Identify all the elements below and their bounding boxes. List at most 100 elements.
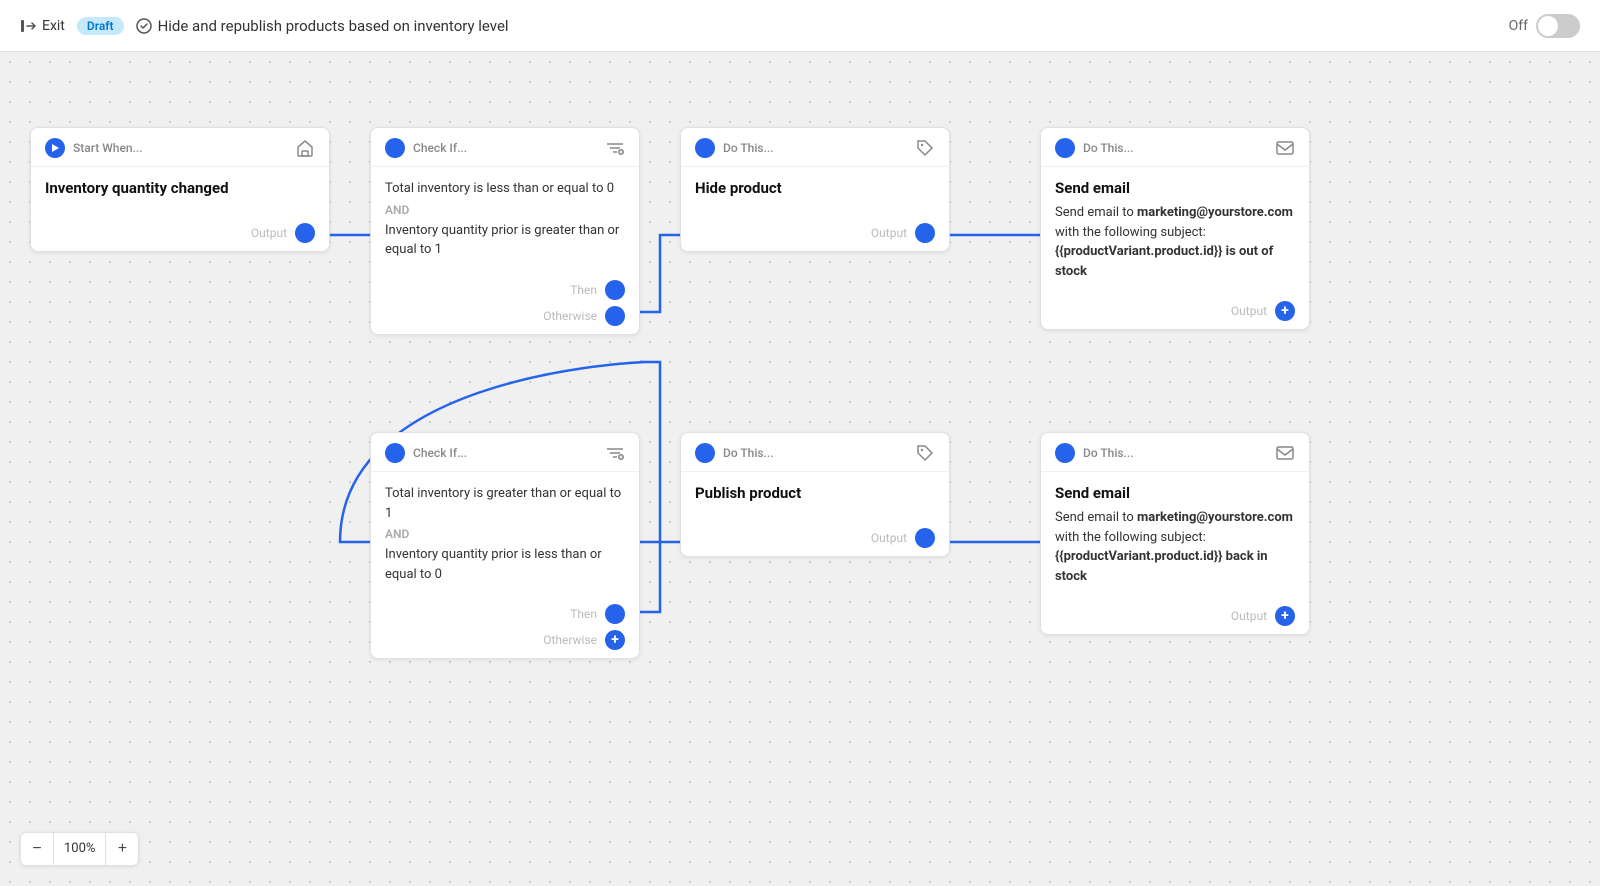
- do-publish-header-left: Do This...: [695, 443, 774, 463]
- do-hide-title: Hide product: [695, 179, 935, 197]
- check2-otherwise-row: Otherwise +: [385, 630, 625, 650]
- send1-header-left: Do This...: [1055, 138, 1134, 158]
- do-hide-node: Do This... Hide product Output: [680, 127, 950, 252]
- check2-then-label: Then: [570, 607, 597, 621]
- do-hide-header-left: Do This...: [695, 138, 774, 158]
- check1-cond1: Total inventory is less than or equal to…: [385, 179, 625, 199]
- send2-subject: {{productVariant.product.id}} back in st…: [1055, 549, 1268, 584]
- off-label: Off: [1509, 18, 1528, 34]
- send2-title: Send email: [1055, 484, 1295, 502]
- check1-then-label: Then: [570, 283, 597, 297]
- check1-then-connector[interactable]: [605, 280, 625, 300]
- do-hide-dot: [695, 138, 715, 158]
- check2-then-connector[interactable]: [605, 604, 625, 624]
- send2-output-label: Output: [1231, 609, 1267, 623]
- start-dot: [45, 138, 65, 158]
- send2-header: Do This...: [1041, 433, 1309, 472]
- send2-output-row: Output +: [1055, 606, 1295, 626]
- send1-dot: [1055, 138, 1075, 158]
- send1-output-connector[interactable]: +: [1275, 301, 1295, 321]
- send2-text: Send email to marketing@yourstore.com wi…: [1055, 508, 1295, 586]
- filter-icon: [605, 138, 625, 158]
- check1-and: AND: [385, 203, 625, 217]
- send2-node: Do This... Send email Send email to mark…: [1040, 432, 1310, 635]
- send2-output-connector[interactable]: +: [1275, 606, 1295, 626]
- zoom-plus-button[interactable]: +: [106, 833, 138, 865]
- check1-header: Check If...: [371, 128, 639, 167]
- email2-icon: [1275, 443, 1295, 463]
- send2-header-left: Do This...: [1055, 443, 1134, 463]
- zoom-controls: − 100% +: [20, 832, 139, 866]
- start-title: Inventory quantity changed: [45, 179, 315, 197]
- do-publish-title: Publish product: [695, 484, 935, 502]
- conn-check2-publish: [640, 542, 680, 612]
- check1-otherwise-row: Otherwise: [385, 306, 625, 326]
- start-output-row: Output: [45, 223, 315, 243]
- start-node-footer: Output: [31, 215, 329, 251]
- start-node: Start When... Inventory quantity changed…: [30, 127, 330, 252]
- send1-footer: Output +: [1041, 293, 1309, 329]
- check-circle-icon: [136, 18, 152, 34]
- filter2-icon: [605, 443, 625, 463]
- start-node-header-left: Start When...: [45, 138, 143, 158]
- do-publish-output-label: Output: [871, 531, 907, 545]
- tag2-icon: [915, 443, 935, 463]
- do-publish-output-connector[interactable]: [915, 528, 935, 548]
- start-node-body: Inventory quantity changed: [31, 167, 329, 215]
- check2-cond2: Inventory quantity prior is less than or…: [385, 545, 625, 584]
- send2-footer: Output +: [1041, 598, 1309, 634]
- check1-otherwise-connector[interactable]: [605, 306, 625, 326]
- check2-node: Check If... Total inventory is greater t…: [370, 432, 640, 659]
- check2-otherwise-label: Otherwise: [543, 633, 597, 647]
- check2-footer: Then Otherwise +: [371, 596, 639, 658]
- do-hide-output-connector[interactable]: [915, 223, 935, 243]
- exit-label: Exit: [42, 18, 65, 34]
- send2-body: Send email Send email to marketing@yours…: [1041, 472, 1309, 598]
- do-publish-output-row: Output: [695, 528, 935, 548]
- check2-and: AND: [385, 527, 625, 541]
- do-publish-header-label: Do This...: [723, 446, 774, 460]
- topbar-title: Hide and republish products based on inv…: [136, 17, 509, 35]
- send2-dot: [1055, 443, 1075, 463]
- do-publish-node: Do This... Publish product Output: [680, 432, 950, 557]
- exit-button[interactable]: Exit: [20, 18, 65, 34]
- check1-node: Check If... Total inventory is less than…: [370, 127, 640, 335]
- check1-body: Total inventory is less than or equal to…: [371, 167, 639, 272]
- toggle-switch[interactable]: [1536, 14, 1580, 38]
- do-publish-body: Publish product: [681, 472, 949, 520]
- start-output-connector[interactable]: [295, 223, 315, 243]
- start-output-label: Output: [251, 226, 287, 240]
- tag-icon: [915, 138, 935, 158]
- check2-cond1: Total inventory is greater than or equal…: [385, 484, 625, 523]
- do-hide-header: Do This...: [681, 128, 949, 167]
- topbar-right: Off: [1509, 14, 1580, 38]
- check1-cond2: Inventory quantity prior is greater than…: [385, 221, 625, 260]
- do-publish-header: Do This...: [681, 433, 949, 472]
- send1-header-label: Do This...: [1083, 141, 1134, 155]
- check2-header-label: Check If...: [413, 446, 467, 460]
- do-hide-header-label: Do This...: [723, 141, 774, 155]
- check1-footer: Then Otherwise: [371, 272, 639, 334]
- do-publish-footer: Output: [681, 520, 949, 556]
- start-node-header: Start When...: [31, 128, 329, 167]
- do-hide-output-row: Output: [695, 223, 935, 243]
- send1-header: Do This...: [1041, 128, 1309, 167]
- check2-header-left: Check If...: [385, 443, 467, 463]
- send1-output-row: Output +: [1055, 301, 1295, 321]
- do-hide-output-label: Output: [871, 226, 907, 240]
- home-icon: [295, 138, 315, 158]
- draft-badge: Draft: [77, 17, 124, 35]
- check1-then-row: Then: [385, 280, 625, 300]
- check1-header-label: Check If...: [413, 141, 467, 155]
- zoom-minus-button[interactable]: −: [21, 833, 53, 865]
- send1-body: Send email Send email to marketing@yours…: [1041, 167, 1309, 293]
- check2-otherwise-connector[interactable]: +: [605, 630, 625, 650]
- check1-otherwise-label: Otherwise: [543, 309, 597, 323]
- check2-body: Total inventory is greater than or equal…: [371, 472, 639, 596]
- send2-email: marketing@yourstore.com: [1137, 510, 1293, 525]
- do-hide-body: Hide product: [681, 167, 949, 215]
- email-icon: [1275, 138, 1295, 158]
- workflow-title: Hide and republish products based on inv…: [158, 17, 509, 35]
- check1-header-left: Check If...: [385, 138, 467, 158]
- exit-icon: [20, 18, 36, 34]
